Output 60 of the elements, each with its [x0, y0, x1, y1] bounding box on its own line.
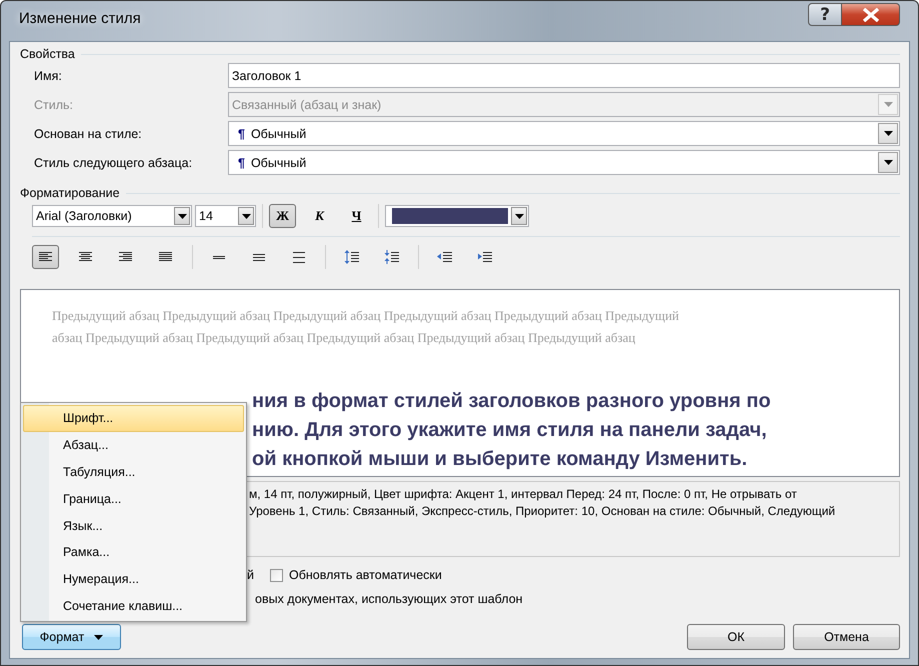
size-dropdown[interactable]: 14 — [195, 205, 256, 227]
menu-item[interactable]: Нумерация... — [23, 566, 244, 593]
decrease-indent-icon — [436, 250, 452, 264]
checkbox[interactable] — [270, 568, 283, 582]
menu-item[interactable]: Сочетание клавиш... — [23, 592, 244, 620]
preview-text: абзац Предыдущий абзац Предыдущий абзац Предыдущий абзац Предыдущий абзац Предыдущий абзац — [52, 329, 636, 347]
style-description: м, 14 пт, полужирный, Цвет шрифта: Акцент 1, интервал Перед: 24 пт, После: 0 пт, Не отрывать от — [249, 486, 797, 503]
caret-icon — [94, 634, 104, 640]
field-label: Основан на стиле: — [33, 126, 143, 140]
close-icon — [860, 8, 880, 22]
style-dropdown[interactable]: ¶ Обычный — [228, 150, 900, 175]
help-button[interactable]: ? — [808, 3, 842, 26]
caret-icon — [178, 214, 186, 218]
paragraph-spacing-icon — [384, 250, 400, 264]
option-text: овых документах, использующих этот шаблон — [255, 592, 523, 606]
menu-item[interactable]: Язык... — [23, 512, 244, 539]
caret-icon — [884, 131, 892, 136]
cancel-button[interactable]: Отмена — [793, 624, 900, 650]
menu-item[interactable]: Граница... — [23, 485, 244, 512]
style-dropdown[interactable]: ¶ Обычный — [228, 121, 900, 146]
style-description: Уровень 1, Стиль: Связанный, Экспресс-стиль, Приоритет: 10, Основан на стиле: Обычный, Следующий — [249, 503, 836, 520]
align-center-icon — [78, 250, 94, 264]
line-spacing-icon — [290, 250, 306, 264]
font-color-dropdown[interactable] — [385, 205, 529, 227]
field-label: Стиль следующего абзаца: — [33, 156, 194, 170]
underline-button[interactable]: Ч — [343, 204, 370, 228]
caret-icon — [884, 102, 892, 107]
option-text: й — [247, 568, 254, 582]
menu-item[interactable]: Табуляция... — [23, 458, 244, 486]
menu-item[interactable]: Рамка... — [23, 538, 244, 566]
sample-text: ой кнопкой мыши и выберите команду Изменить. — [252, 447, 748, 472]
justify-icon — [158, 250, 174, 264]
caret-icon — [514, 214, 524, 218]
name-field[interactable]: Заголовок 1 — [228, 63, 900, 88]
increase-indent-icon — [476, 250, 492, 264]
window-title: Изменение стиля — [19, 10, 141, 27]
section-title: Форматирование — [20, 186, 120, 200]
format-button[interactable]: Формат — [22, 624, 121, 650]
caret-icon — [242, 214, 250, 218]
ok-button[interactable]: ОК — [687, 624, 785, 650]
paragraph-spacing-icon — [344, 250, 360, 264]
close-button[interactable] — [842, 3, 900, 26]
menu-item[interactable]: Абзац... — [23, 432, 244, 459]
checkbox-label[interactable]: Обновлять автоматически — [288, 568, 442, 582]
section-title: Свойства — [20, 47, 75, 61]
paragraph-mark: ¶ — [238, 156, 245, 170]
paragraph-mark: ¶ — [238, 126, 245, 140]
align-left-button[interactable] — [32, 245, 59, 269]
preview-text: Предыдущий абзац Предыдущий абзац Предыдущий абзац Предыдущий абзац Предыдущий абзац Предыдущий — [52, 307, 680, 325]
sample-text: нию. Для этого укажите имя стиля на панели задач, — [252, 418, 767, 443]
align-right-icon — [118, 250, 134, 264]
menu-item[interactable]: Шрифт... — [23, 405, 244, 432]
italic-button[interactable]: К — [306, 204, 333, 228]
field-label: Стиль: — [33, 98, 74, 112]
sample-text: ния в формат стилей заголовков разного уровня по — [252, 389, 771, 414]
field-label: Имя: — [33, 68, 63, 82]
font-dropdown[interactable]: Arial (Заголовки) — [32, 205, 192, 227]
align-left-icon — [38, 250, 54, 264]
bold-button[interactable]: Ж — [269, 204, 296, 228]
caret-icon — [884, 160, 892, 165]
